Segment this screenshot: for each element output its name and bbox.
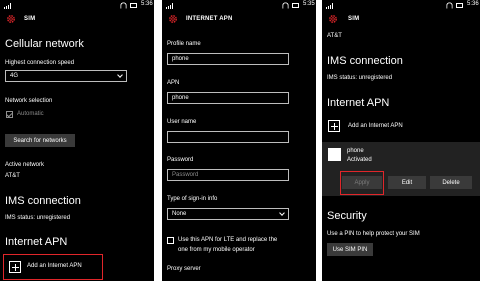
- status-time: 5:36: [467, 1, 479, 7]
- lte-option-line1: Use this APN for LTE and replace the: [178, 237, 278, 243]
- automatic-checkbox[interactable]: [6, 111, 13, 118]
- plus-icon[interactable]: [9, 261, 21, 273]
- edit-button[interactable]: Edit: [388, 176, 426, 189]
- sim-settings-panel: 5:36 SIM Cellular network Highest connec…: [0, 0, 154, 281]
- active-network-label: Active network: [5, 162, 45, 168]
- internet-apn-panel: 5:35 INTERNET APN Profile name phone APN…: [162, 0, 316, 281]
- user-name-input[interactable]: [167, 131, 289, 143]
- signin-type-value: None: [172, 211, 187, 217]
- sim-settings-apn-panel: 5:36 SIM AT&T IMS connection IMS status:…: [322, 0, 480, 281]
- profile-name-input[interactable]: phone: [167, 53, 289, 65]
- app-title: INTERNET APN: [186, 16, 233, 22]
- speed-label: Highest connection speed: [5, 60, 75, 66]
- ims-status: IMS status: unregistered: [327, 75, 393, 81]
- apn-heading: Internet APN: [5, 236, 68, 248]
- security-heading: Security: [327, 210, 367, 222]
- signin-type-label: Type of sign-in info: [167, 196, 218, 202]
- apn-tile-icon: [328, 148, 341, 161]
- active-network-value: AT&T: [5, 173, 20, 179]
- chevron-down-icon: [279, 210, 285, 216]
- carrier-name: AT&T: [327, 33, 342, 39]
- ims-heading: IMS connection: [5, 195, 81, 207]
- profile-name-label: Profile name: [167, 41, 201, 47]
- app-title: SIM: [348, 16, 360, 22]
- apn-profile-name: phone: [347, 148, 364, 154]
- chevron-down-icon: [117, 72, 123, 78]
- apply-button[interactable]: Apply: [342, 176, 382, 189]
- signal-icon: [4, 3, 11, 9]
- security-description: Use a PIN to help protect your SIM: [327, 231, 420, 237]
- apn-label: APN: [167, 80, 180, 86]
- network-selection-label: Network selection: [5, 98, 53, 104]
- speed-dropdown[interactable]: 4G: [5, 70, 127, 82]
- app-title: SIM: [24, 16, 36, 22]
- sim-gear-icon: [169, 15, 177, 23]
- battery-icon: [292, 3, 299, 8]
- cellular-heading: Cellular network: [5, 38, 84, 50]
- speed-value: 4G: [10, 73, 19, 79]
- add-apn-link[interactable]: Add an Internet APN: [348, 123, 403, 129]
- plus-icon[interactable]: [328, 120, 340, 132]
- status-time: 5:36: [141, 1, 153, 7]
- use-sim-pin-button[interactable]: Use SIM PIN: [327, 243, 373, 256]
- apn-heading: Internet APN: [327, 97, 390, 109]
- add-apn-link[interactable]: Add an Internet APN: [27, 263, 82, 269]
- password-input[interactable]: Password: [167, 169, 289, 181]
- ims-status: IMS status: unregistered: [5, 215, 71, 221]
- ims-heading: IMS connection: [327, 55, 403, 67]
- signal-icon: [166, 3, 173, 9]
- battery-icon: [456, 3, 463, 8]
- search-networks-button[interactable]: Search for networks: [5, 134, 75, 147]
- apn-input[interactable]: phone: [167, 92, 289, 104]
- signal-icon: [326, 3, 333, 9]
- battery-icon: [130, 3, 137, 8]
- wifi-icon: [282, 2, 289, 9]
- lte-option-line2: one from my mobile operator: [178, 247, 255, 253]
- lte-checkbox[interactable]: [167, 237, 174, 244]
- apn-profile-state: Activated: [347, 157, 372, 163]
- user-name-label: User name: [167, 119, 197, 125]
- password-label: Password: [167, 157, 194, 163]
- proxy-server-label: Proxy server: [167, 266, 201, 272]
- automatic-label: Automatic: [17, 111, 44, 117]
- wifi-icon: [120, 2, 127, 9]
- status-time: 5:35: [303, 1, 315, 7]
- sim-gear-icon: [7, 15, 15, 23]
- wifi-icon: [446, 2, 453, 9]
- delete-button[interactable]: Delete: [430, 176, 472, 189]
- signin-type-dropdown[interactable]: None: [167, 208, 289, 220]
- sim-gear-icon: [329, 15, 337, 23]
